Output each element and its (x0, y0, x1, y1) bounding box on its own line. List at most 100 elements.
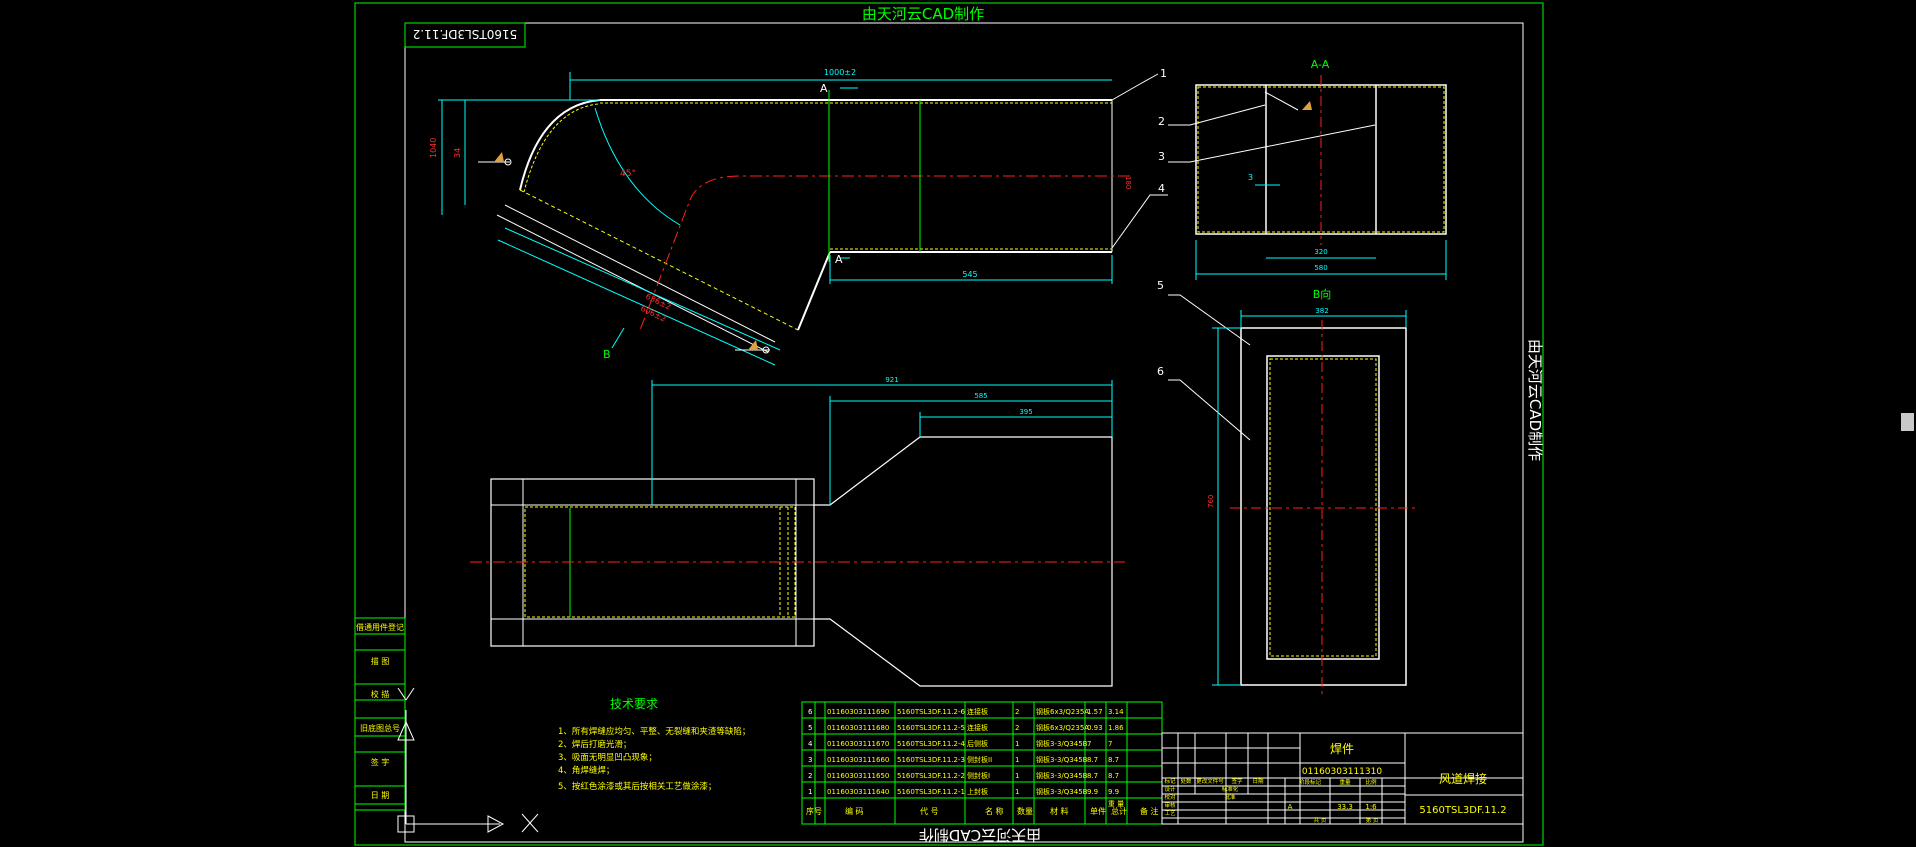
title-mass: 33.3 (1337, 803, 1353, 811)
dim-height-inner: 34 (453, 148, 462, 158)
dim-height-outer: 1040 (429, 138, 438, 158)
title-block-label: 更改文件号 (1196, 777, 1224, 785)
bom-cell: 1 (808, 788, 812, 796)
dim-b-height: 760 (1207, 495, 1215, 508)
callout-1: 1 (1160, 67, 1167, 80)
drawing-frame (404, 22, 1524, 843)
vertical-scrollbar[interactable] (1899, 0, 1916, 847)
dim-545: 545 (962, 270, 977, 279)
dim-585: 585 (974, 392, 987, 400)
bom-cell: 01160303111670 (827, 740, 889, 748)
dim-aa-3: 3 (1248, 173, 1253, 182)
bom-cell: 钢板3-3/Q345B (1036, 755, 1088, 764)
title-block-label: 日期 (1252, 778, 1264, 785)
bom-cell: 8.7 (1087, 756, 1098, 764)
title-code: 01160303111310 (1302, 767, 1382, 777)
title-block-label: 共 页 (1314, 816, 1327, 824)
title-block-label: 标记 (1164, 777, 1176, 785)
callout-2: 2 (1158, 115, 1165, 128)
bom-cell: 2 (808, 772, 812, 780)
bom-cell: 5160TSL3DF.11.2-5 (897, 724, 965, 732)
dim-angle: 45° (620, 169, 636, 179)
tech-req-item: 5、按红色涂漆或其后按相关工艺做涂漆； (558, 781, 716, 792)
bom-cell: 上封板 (967, 787, 988, 796)
watermark-bottom: 由天河云CAD制作 (919, 826, 1041, 844)
bom-cell: 5160TSL3DF.11.2-2 (897, 772, 965, 780)
left-strip-table (354, 617, 406, 811)
bom-cell: 2 (1015, 708, 1019, 716)
bom-cell: 01160303111690 (827, 708, 889, 716)
title-block-label: 校对 (1164, 793, 1176, 801)
title-block-label: 签字 (1231, 777, 1243, 785)
bom-cell: 1 (1015, 740, 1019, 748)
bom-cell: 01160303111650 (827, 772, 889, 780)
callout-6: 6 (1157, 365, 1164, 378)
bom-cell: 1 (1015, 756, 1019, 764)
left-strip-label: 校 描 (371, 689, 390, 699)
dim-395: 395 (1019, 408, 1032, 416)
bom-cell: 3 (808, 756, 812, 764)
title-name: 风道焊接 (1439, 771, 1487, 786)
dim-921: 921 (885, 376, 898, 384)
bom-header-cell: 数量 (1017, 806, 1033, 816)
section-mark-a-bottom: A (835, 253, 843, 266)
scrollbar-thumb[interactable] (1901, 413, 1914, 431)
dim-aa-580: 580 (1314, 264, 1327, 272)
bom-cell: 3.14 (1108, 708, 1124, 716)
view-b-title: B向 (1313, 287, 1332, 301)
title-block-label: 标准化 (1222, 785, 1239, 793)
section-mark-a-top: A (820, 82, 828, 95)
bom-cell: 钢板3-3/Q345B (1036, 771, 1088, 780)
title-block-label: 第 页 (1366, 816, 1379, 824)
tech-req-item: 1、所有焊缝应均匀、平整、无裂缝和夹渣等缺陷； (558, 726, 750, 737)
weld-symbol-2 (735, 340, 770, 354)
bom-cell: 5160TSL3DF.11.2-6 (897, 708, 966, 716)
tech-req-title: 技术要求 (610, 697, 658, 711)
view-b (1212, 310, 1416, 695)
bom-header-cell: 代 号 (920, 806, 939, 816)
tech-req-item: 2、焊后打磨光滑； (558, 739, 631, 750)
bom-cell: 侧封板I (967, 771, 990, 780)
title-stage: A (1288, 803, 1293, 811)
left-strip-label: 旧底图总号 (360, 723, 400, 733)
bom-cell: 1 (1015, 788, 1019, 796)
title-drawing-no: 5160TSL3DF.11.2 (1419, 805, 1506, 816)
bom-header-cell: 备 注 (1140, 806, 1159, 816)
bom-cell: 8.7 (1108, 756, 1119, 764)
bom-cell: 1.57 (1087, 708, 1103, 716)
weld-symbol-1 (478, 152, 512, 166)
bom-header-cell: 序号 (806, 806, 822, 816)
tech-req-item: 3、吸面无明显凹凸现象； (558, 752, 657, 763)
dim-aa-320: 320 (1314, 248, 1327, 256)
left-strip-label: 签 字 (371, 757, 390, 767)
title-block-label: 批准 (1224, 793, 1236, 801)
bom-cell: 连接板 (967, 723, 988, 732)
title-block-label: 重量 (1339, 778, 1351, 786)
watermark-right: 由天河云CAD制作 (1526, 339, 1544, 461)
section-mark-b: B (603, 348, 611, 361)
bom-header-cell: 单件 (1090, 806, 1106, 816)
bom-cell: 01160303111660 (827, 756, 889, 764)
title-scale: 1:6 (1365, 803, 1377, 811)
title-material: 焊件 (1330, 741, 1354, 756)
section-aa-title: A-A (1311, 58, 1330, 71)
watermark-top: 由天河云CAD制作 (862, 5, 984, 23)
bom-cell: 9.9 (1087, 788, 1098, 796)
bom-cell: 4 (808, 740, 813, 748)
title-small-labels: 标记 处数 更改文件号 签字 日期设计校对审核工艺 标准化批准 阶段标记 重量 比例共 页 第 页 (1164, 777, 1378, 824)
callout-4: 4 (1158, 182, 1165, 195)
bom-cell: 6 (808, 708, 813, 716)
bom-cell: 钢板3-3/Q345B (1036, 787, 1088, 796)
callout-5: 5 (1157, 279, 1164, 292)
cad-drawing-canvas[interactable]: 由天河云CAD制作 由天河云CAD制作 由天河云CAD制作 5160TSL3DF… (0, 0, 1899, 847)
left-strip-label: 借通用件登记 (356, 622, 404, 632)
bom-cell: 1 (1015, 772, 1019, 780)
bom-header-cell: 编 码 (845, 806, 864, 816)
plan-view (470, 380, 1125, 687)
callout-3: 3 (1158, 150, 1165, 163)
bom-cell: 5 (808, 724, 812, 732)
bom-cell: 8.7 (1087, 772, 1098, 780)
dim-right-red: 180 (1124, 176, 1132, 189)
left-strip-label: 描 图 (371, 656, 390, 666)
bom-cell: 01160303111640 (827, 788, 889, 796)
